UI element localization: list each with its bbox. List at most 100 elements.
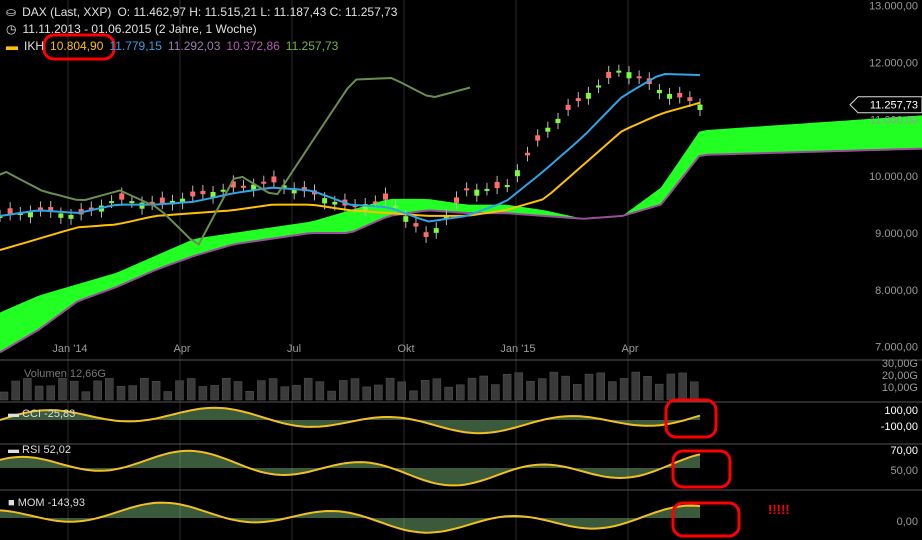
tenkan-line bbox=[0, 72, 701, 223]
volume-bar bbox=[198, 386, 208, 401]
ikh-value-kijun: 11.292,03 bbox=[167, 39, 221, 53]
volume-bar bbox=[526, 381, 535, 401]
chart-canvas[interactable]: Volumen 12,66G ▬ CCI -25,83 ▬ RSI 52,02 ■ M… bbox=[0, 0, 922, 540]
volume-bar bbox=[385, 377, 395, 401]
candle-body bbox=[271, 176, 277, 183]
candle-body bbox=[677, 92, 683, 98]
volume-bar bbox=[409, 390, 418, 401]
volume-bar bbox=[456, 384, 465, 401]
mom-label: ■ MOM -143,93 bbox=[8, 497, 85, 509]
candle-body bbox=[240, 185, 246, 188]
symbol-label: DAX (Last, XXP) bbox=[22, 5, 112, 19]
header-line-3: ▬ IKH 10.804,90 11.779,15 11.292,03 10.372,86… bbox=[6, 39, 344, 53]
volume-bar bbox=[690, 381, 699, 401]
volume-bar bbox=[643, 376, 652, 401]
ikh-value-chikou: 11.257,73 bbox=[285, 39, 339, 53]
volume-bar bbox=[374, 384, 383, 401]
volume-bar bbox=[233, 381, 243, 401]
volume-bar bbox=[573, 384, 582, 401]
candle-body bbox=[575, 98, 581, 102]
volume-bar bbox=[678, 372, 687, 401]
volume-bar bbox=[362, 386, 371, 401]
volume-bar bbox=[350, 378, 360, 401]
volume-tick-label: 20,00G bbox=[882, 370, 918, 382]
volume-bar bbox=[280, 386, 290, 401]
volume-bar bbox=[163, 391, 173, 401]
candle-body bbox=[220, 189, 226, 192]
volume-bar bbox=[210, 385, 219, 401]
candle-body bbox=[656, 89, 662, 94]
price-tick-label: 8.000,00 bbox=[875, 285, 918, 297]
volume-bar bbox=[397, 381, 407, 401]
time-tick-label: Apr bbox=[621, 343, 638, 355]
candle-body bbox=[58, 213, 64, 218]
volume-bar bbox=[268, 378, 278, 401]
candle-body bbox=[636, 76, 642, 79]
candle-body bbox=[687, 97, 693, 102]
candle-body bbox=[697, 104, 703, 111]
candle-body bbox=[535, 135, 541, 141]
price-tick-label: 10.000,00 bbox=[869, 171, 918, 183]
volume-bar bbox=[245, 391, 254, 401]
candle-body bbox=[372, 201, 378, 204]
candle-body bbox=[464, 188, 470, 191]
price-tick-label: 7.000,00 bbox=[875, 342, 918, 354]
clock-icon: ◷ bbox=[6, 22, 17, 36]
price-tick-label: 11.000,00 bbox=[870, 114, 918, 126]
volume-bar bbox=[151, 381, 161, 401]
date-range: 11.11.2013 - 01.06.2015 (2 Jahre, 1 Woch… bbox=[22, 22, 257, 36]
candlestick-icon: ⛀ bbox=[6, 5, 17, 19]
candle-body bbox=[413, 223, 419, 227]
candle-body bbox=[474, 189, 480, 196]
candle-body bbox=[383, 193, 389, 200]
candle-body bbox=[393, 205, 399, 208]
volume-bar bbox=[491, 384, 500, 401]
cci-tick-label: -100,00 bbox=[881, 421, 918, 433]
volume-bar bbox=[58, 378, 67, 401]
volume-bar bbox=[292, 384, 301, 401]
candle-body bbox=[494, 181, 500, 189]
candle-body bbox=[403, 216, 409, 222]
candle-body bbox=[109, 201, 115, 204]
volume-bar bbox=[81, 391, 91, 401]
candle-body bbox=[484, 188, 490, 191]
candle-body bbox=[454, 197, 460, 203]
volume-bar bbox=[46, 385, 56, 401]
volume-bar bbox=[549, 371, 559, 401]
rsi-tick-label: 50,00 bbox=[890, 465, 918, 477]
candle-body bbox=[261, 181, 267, 184]
volume-bar bbox=[315, 381, 325, 401]
header-line-1: ⛀ DAX (Last, XXP) O: 11.462,97 H: 11.515,2… bbox=[6, 5, 403, 19]
candle-body bbox=[423, 232, 429, 237]
chart-window: Volumen 12,66G ▬ CCI -25,83 ▬ RSI 52,02 ■ M… bbox=[0, 0, 922, 540]
candle-body bbox=[667, 93, 673, 99]
candle-body bbox=[200, 190, 206, 195]
time-tick-label: Jan '15 bbox=[500, 343, 535, 355]
time-tick-label: Apr bbox=[173, 343, 190, 355]
candle-body bbox=[68, 214, 74, 219]
cci-label: ▬ CCI -25,83 bbox=[8, 408, 75, 420]
candle-body bbox=[616, 70, 622, 73]
ikh-value-span-b: 10.372,86 bbox=[226, 39, 280, 53]
cci-area bbox=[0, 407, 700, 434]
chikou-line bbox=[0, 76, 471, 246]
candle-body bbox=[626, 72, 632, 79]
candle-body bbox=[129, 201, 135, 204]
ikh-value-tenkan: 11.779,15 bbox=[109, 39, 162, 53]
mom-tick-label: 0,00 bbox=[897, 516, 918, 528]
price-tick-label: 13.000,00 bbox=[869, 1, 918, 13]
volume-bar bbox=[596, 372, 605, 401]
time-tick-label: Jul bbox=[287, 343, 301, 355]
volume-bar bbox=[257, 380, 266, 401]
candle-body bbox=[525, 152, 531, 156]
ichimoku-cloud bbox=[0, 115, 922, 353]
volume-bar bbox=[608, 381, 617, 401]
volume-bar bbox=[479, 375, 488, 401]
cci-tick-label: 100,00 bbox=[884, 405, 918, 417]
candle-body bbox=[565, 104, 571, 110]
candle-body bbox=[322, 198, 328, 204]
volume-bar bbox=[619, 378, 629, 401]
span-b-line bbox=[0, 147, 922, 354]
volume-tick-label: 10,00G bbox=[882, 382, 918, 394]
volume-bar bbox=[420, 380, 430, 401]
